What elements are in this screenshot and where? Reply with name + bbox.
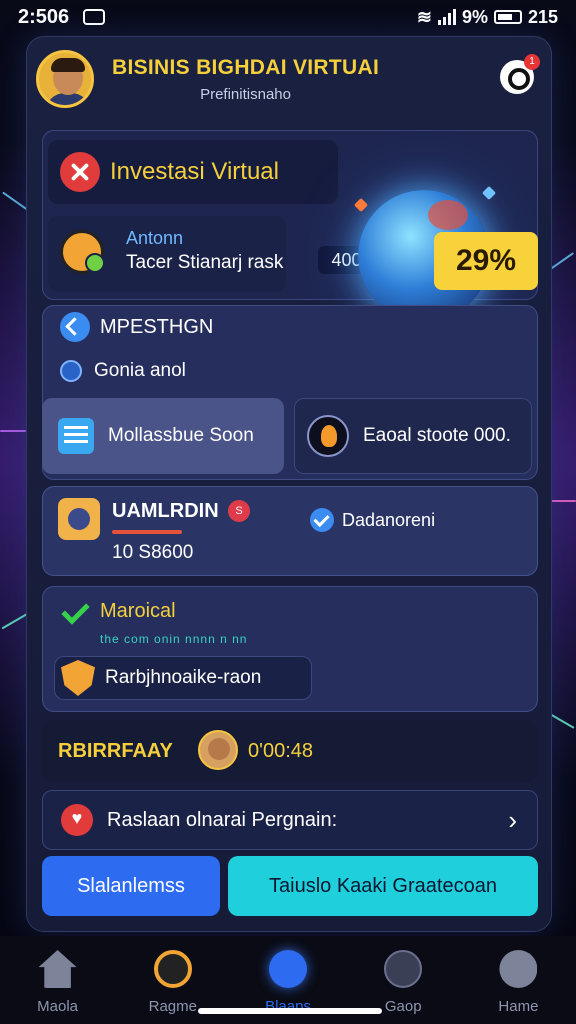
- status-bar: 2:506 ≋ 9% 215: [0, 0, 576, 34]
- mid-left-button[interactable]: Mollassbue Soon: [42, 398, 284, 474]
- page-subtitle: Prefinitisnaho: [200, 85, 291, 103]
- heart-icon: [61, 804, 93, 836]
- nav-label: Maola: [37, 998, 79, 1015]
- document-icon: [58, 418, 94, 454]
- arrow-icon: [60, 312, 90, 342]
- avatar[interactable]: [36, 50, 94, 108]
- invest-title: Investasi Virtual: [110, 158, 279, 185]
- user-icon: [499, 950, 538, 988]
- wifi-icon: ≋: [416, 6, 432, 27]
- signal-icon: [437, 9, 456, 25]
- info-icon: [60, 360, 82, 382]
- light-streak: [550, 500, 576, 502]
- link-row[interactable]: Raslaan olnarai Pergnain: ›: [42, 790, 538, 850]
- nav-label: Ragme: [148, 998, 197, 1015]
- chevron-right-icon: ›: [508, 804, 517, 835]
- app-header: BISINIS BIGHDAI VIRTUAI Prefinitisnaho 1: [36, 44, 544, 114]
- manual-action-label: Rarbjhnoaike-raon: [105, 667, 262, 688]
- value-right-label: Dadanoreni: [342, 510, 436, 530]
- mid-subheading-row: Gonia anol: [60, 360, 186, 382]
- mid-left-button-label: Mollassbue Soon: [108, 425, 254, 446]
- nav-item-home[interactable]: Maola: [0, 936, 115, 1024]
- check-icon: [310, 508, 334, 532]
- battery-percent: 9%: [461, 6, 488, 27]
- page-title: BISINIS BIGHDAI VIRTUAI: [112, 55, 380, 79]
- status-time: 2:506: [18, 5, 70, 28]
- nav-label: Hame: [498, 998, 539, 1015]
- light-streak: [0, 430, 26, 432]
- secondary-button[interactable]: Taiuslo Kaaki Graatecoan: [228, 856, 538, 916]
- value-title: UAMLRDIN: [112, 500, 219, 522]
- manual-action-button[interactable]: Rarbjhnoaike-raon: [54, 656, 312, 700]
- link-label: Raslaan olnarai Pergnain:: [107, 808, 338, 831]
- mid-heading: MPESTHGN: [100, 315, 214, 338]
- invest-header: Investasi Virtual: [48, 140, 338, 204]
- battery-icon: [493, 10, 522, 24]
- timer-value: 0'00:48: [248, 740, 313, 762]
- percent-badge: 29%: [434, 232, 538, 290]
- notification-badge: 1: [524, 54, 540, 70]
- active-icon: [269, 950, 307, 988]
- mid-subheading: Gonia anol: [94, 360, 186, 381]
- app-notification-icon: [83, 9, 106, 25]
- invest-user-task: Tacer Stianarj rask: [126, 252, 284, 273]
- shield-icon: [61, 660, 95, 696]
- nav-item-profile[interactable]: Hame: [461, 936, 576, 1024]
- checkmark-icon: [60, 600, 88, 622]
- avatar-small[interactable]: [198, 730, 238, 770]
- value-underline: [112, 530, 182, 534]
- coin-icon: [60, 230, 105, 274]
- primary-button[interactable]: Slalanlemss: [42, 856, 220, 916]
- mid-right-button-label: Eaoal stoote 000.: [363, 425, 511, 446]
- avatar-body: [45, 93, 91, 105]
- home-indicator[interactable]: [198, 1008, 382, 1014]
- notification-button[interactable]: 1: [500, 54, 540, 94]
- invest-user-name: Antonn: [126, 228, 184, 248]
- timer-title: RBIRRFAAY: [58, 740, 173, 762]
- home-icon: [38, 950, 77, 988]
- status-right-time: 215: [527, 6, 558, 27]
- manual-subtitle: the com onin nnnn n nn: [100, 632, 248, 646]
- manual-title: Maroical: [100, 600, 176, 622]
- flame-icon: [307, 415, 349, 457]
- invest-user-row[interactable]: Antonn Tacer Stianarj rask: [48, 216, 286, 292]
- nav-label: Gaop: [384, 998, 422, 1015]
- value-badge: S: [228, 500, 250, 522]
- close-icon: [60, 152, 100, 192]
- search-icon: [153, 950, 192, 988]
- mid-right-button[interactable]: Eaoal stoote 000.: [294, 398, 532, 474]
- briefcase-icon: [58, 498, 100, 540]
- value-number: 10 S8600: [112, 542, 194, 563]
- mid-heading-row: MPESTHGN: [60, 312, 213, 342]
- badge-icon: [384, 950, 423, 988]
- avatar-hair: [51, 58, 85, 72]
